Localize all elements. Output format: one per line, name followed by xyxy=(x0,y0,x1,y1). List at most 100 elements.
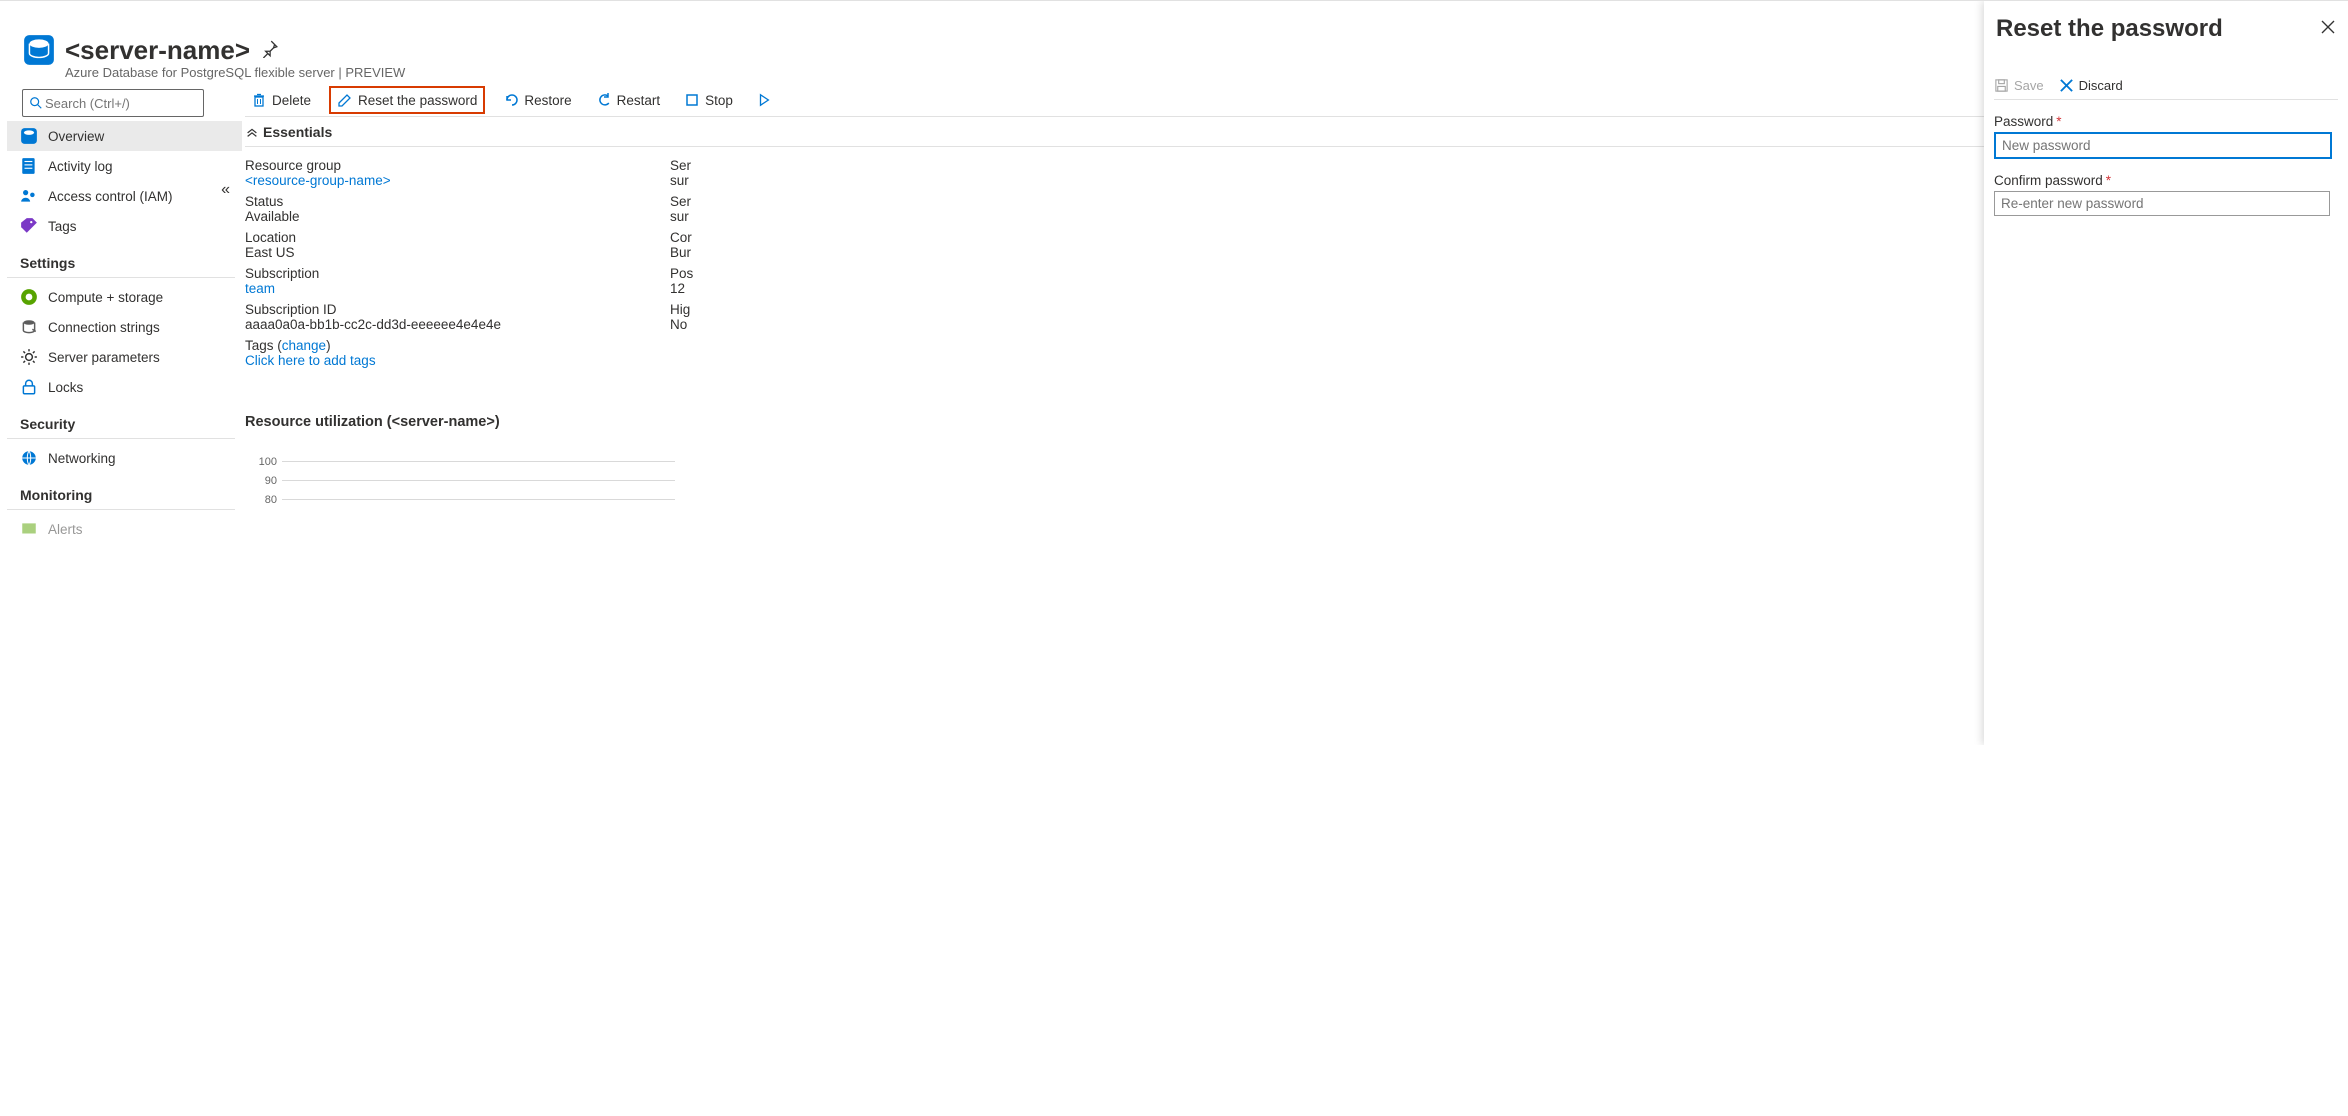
nav-label: Access control (IAM) xyxy=(48,189,173,204)
btn-label: Discard xyxy=(2079,78,2123,93)
nav-networking[interactable]: Networking xyxy=(7,443,242,473)
r2-value: sur xyxy=(670,209,1080,224)
password-label: Password* xyxy=(1994,114,2338,129)
lock-icon xyxy=(20,378,38,396)
essentials-label: Essentials xyxy=(263,124,332,140)
play-icon xyxy=(757,92,771,108)
alert-icon xyxy=(20,520,38,538)
tags-change-link[interactable]: change xyxy=(282,338,326,353)
nav-label: Compute + storage xyxy=(48,290,163,305)
nav-access-control[interactable]: Access control (IAM) xyxy=(7,181,242,211)
rg-label: Resource group xyxy=(245,158,655,173)
search-input[interactable] xyxy=(43,95,197,112)
restart-button[interactable]: Restart xyxy=(590,88,667,112)
page-root: <server-name> Azure Database for Postgre… xyxy=(0,0,2348,745)
restart-icon xyxy=(596,92,612,108)
nav-activity-log[interactable]: Activity log xyxy=(7,151,242,181)
stop-button[interactable]: Stop xyxy=(678,88,739,112)
chart: 100 90 80 xyxy=(255,452,675,509)
r1-value: sur xyxy=(670,173,1080,188)
section-settings: Settings xyxy=(7,241,235,278)
discard-icon xyxy=(2059,78,2074,93)
section-monitoring: Monitoring xyxy=(7,473,235,510)
tags-add-link[interactable]: Click here to add tags xyxy=(245,353,655,368)
nav-connection-strings[interactable]: Connection strings xyxy=(7,312,242,342)
btn-label: Save xyxy=(2014,78,2044,93)
status-label: Status xyxy=(245,194,655,209)
nav-locks[interactable]: Locks xyxy=(7,372,242,402)
section-security: Security xyxy=(7,402,235,439)
nav-label: Overview xyxy=(48,129,104,144)
r5-label: Hig xyxy=(670,302,1080,317)
reset-password-button[interactable]: Reset the password xyxy=(329,86,485,114)
confirm-password-label: Confirm password* xyxy=(1994,173,2338,188)
nav-compute-storage[interactable]: Compute + storage xyxy=(7,282,242,312)
save-button: Save xyxy=(1994,78,2044,93)
loc-label: Location xyxy=(245,230,655,245)
globe-icon xyxy=(20,449,38,467)
essentials-right: Ser sur Ser sur Cor Bur Pos 12 Hig No xyxy=(670,153,1095,374)
discard-button[interactable]: Discard xyxy=(2059,78,2123,93)
sub-link[interactable]: team xyxy=(245,281,655,296)
r4-label: Pos xyxy=(670,266,1080,281)
btn-label: Delete xyxy=(272,93,311,108)
nav-label: Connection strings xyxy=(48,320,160,335)
nav-label: Activity log xyxy=(48,159,113,174)
btn-label: Stop xyxy=(705,93,733,108)
connection-icon xyxy=(20,318,38,336)
sidebar: « Overview Activity log Access control (… xyxy=(0,1,245,745)
nav-label: Alerts xyxy=(48,522,83,537)
tag-icon xyxy=(20,217,38,235)
compute-icon xyxy=(20,288,38,306)
subid-value: aaaa0a0a-bb1b-cc2c-dd3d-eeeeee4e4e4e xyxy=(245,317,655,332)
nav-tags[interactable]: Tags xyxy=(7,211,242,241)
btn-label: Restore xyxy=(524,93,571,108)
btn-label: Restart xyxy=(617,93,661,108)
nav-label: Server parameters xyxy=(48,350,160,365)
nav-label: Tags xyxy=(48,219,77,234)
gear-icon xyxy=(20,348,38,366)
close-icon[interactable] xyxy=(2320,19,2336,40)
trash-icon xyxy=(251,92,267,108)
reset-password-panel: Reset the password Save Discard Password… xyxy=(1984,1,2348,745)
restore-icon xyxy=(503,92,519,108)
restore-button[interactable]: Restore xyxy=(497,88,577,112)
nav-overview[interactable]: Overview xyxy=(7,121,242,151)
nav-server-parameters[interactable]: Server parameters xyxy=(7,342,242,372)
stop-icon xyxy=(684,92,700,108)
status-value: Available xyxy=(245,209,655,224)
nav-label: Locks xyxy=(48,380,83,395)
r3-value: Bur xyxy=(670,245,1080,260)
btn-label: Reset the password xyxy=(358,93,477,108)
password-field[interactable] xyxy=(1994,132,2332,159)
save-icon xyxy=(1994,78,2009,93)
nav-label: Networking xyxy=(48,451,116,466)
more-button[interactable] xyxy=(751,88,782,112)
r5-value: No xyxy=(670,317,1080,332)
chart-gridline: 80 xyxy=(255,490,675,509)
search-input-wrap[interactable] xyxy=(22,89,204,117)
panel-toolbar: Save Discard xyxy=(1994,78,2338,100)
log-icon xyxy=(20,157,38,175)
rg-link[interactable]: <resource-group-name> xyxy=(245,173,655,188)
ytick: 100 xyxy=(255,456,282,468)
essentials-left: Resource group <resource-group-name> Sta… xyxy=(245,153,670,374)
nav: Overview Activity log Access control (IA… xyxy=(7,121,242,544)
chevron-up-double-icon xyxy=(245,125,259,139)
subid-label: Subscription ID xyxy=(245,302,655,317)
delete-button[interactable]: Delete xyxy=(245,88,317,112)
database-icon xyxy=(20,127,38,145)
sub-label: Subscription xyxy=(245,266,655,281)
tags-label: Tags (change) xyxy=(245,338,655,353)
loc-value: East US xyxy=(245,245,655,260)
panel-title: Reset the password xyxy=(1996,15,2223,43)
confirm-password-field[interactable] xyxy=(1994,191,2330,216)
r2-label: Ser xyxy=(670,194,1080,209)
nav-alerts[interactable]: Alerts xyxy=(7,514,242,544)
ytick: 90 xyxy=(255,475,282,487)
r3-label: Cor xyxy=(670,230,1080,245)
edit-icon xyxy=(337,92,353,108)
r4-value: 12 xyxy=(670,281,1080,296)
people-icon xyxy=(20,187,38,205)
r1-label: Ser xyxy=(670,158,1080,173)
